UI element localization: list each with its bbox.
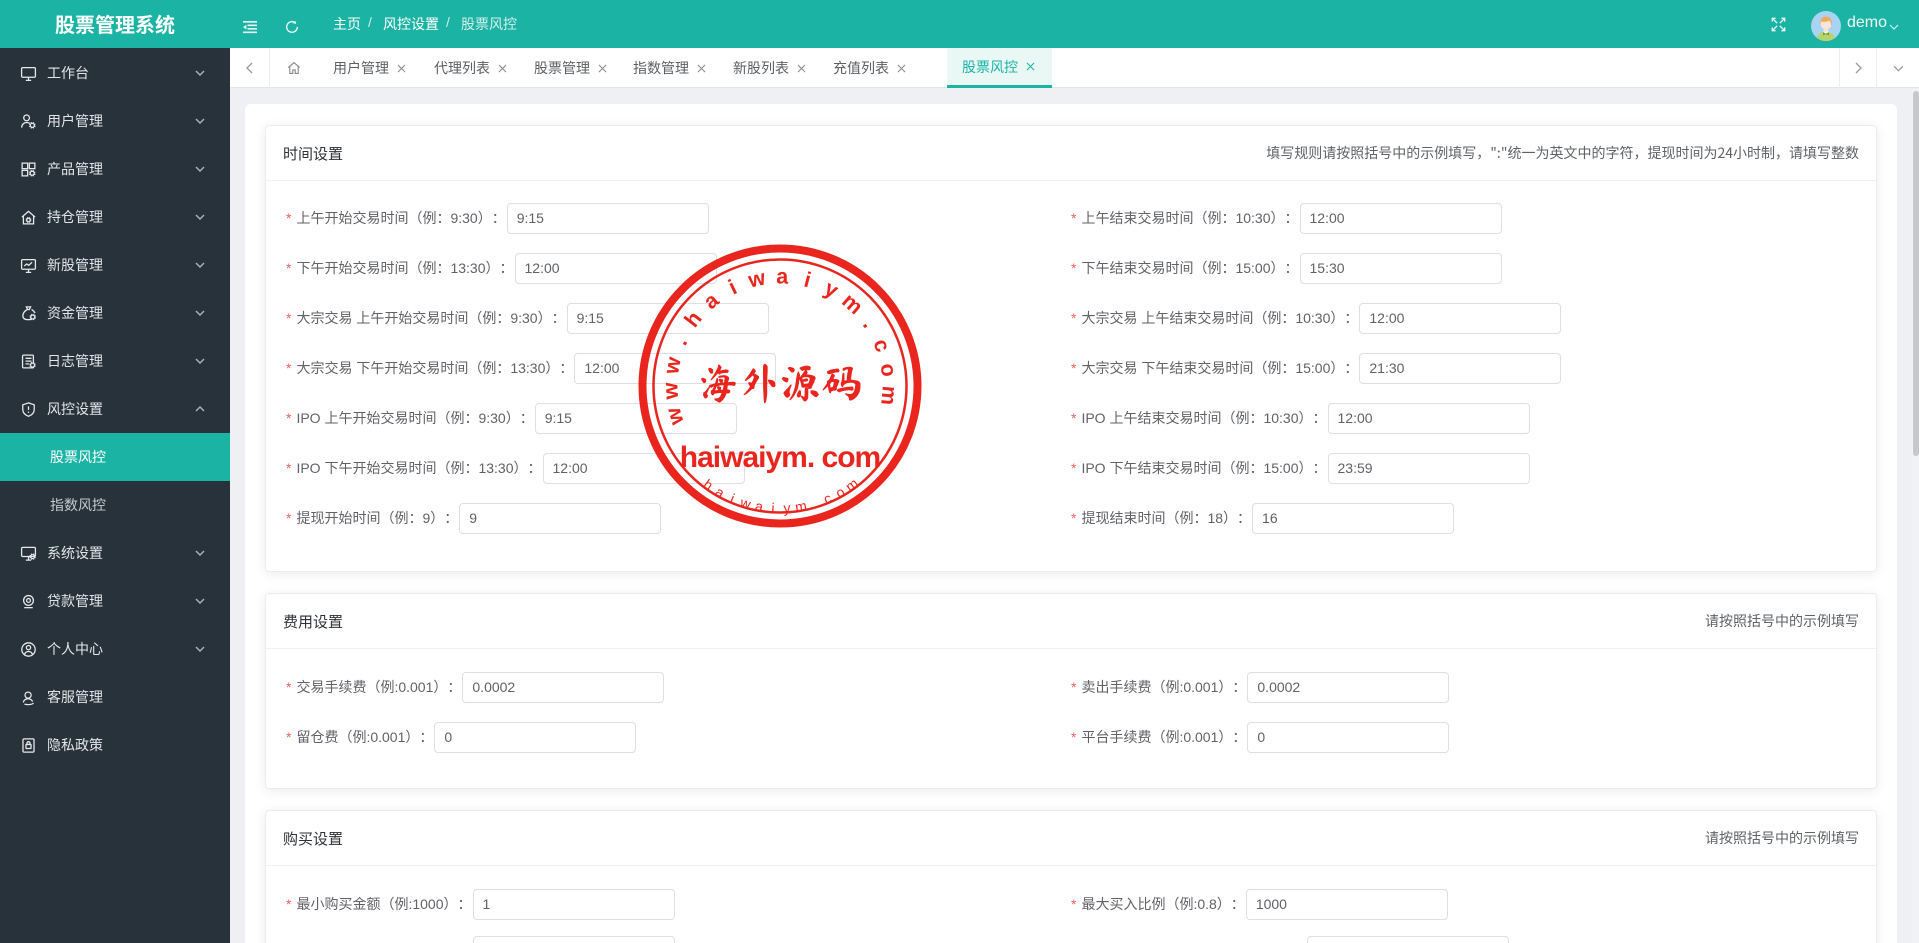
svg-text:haiwaiym. com: haiwaiym. com bbox=[680, 441, 880, 474]
svg-text:.: . bbox=[858, 314, 881, 333]
svg-text:w: w bbox=[745, 265, 768, 292]
svg-text:a: a bbox=[713, 483, 728, 501]
svg-text:y: y bbox=[783, 500, 791, 516]
svg-text:a: a bbox=[699, 287, 724, 314]
svg-text:w: w bbox=[659, 355, 686, 377]
svg-text:m: m bbox=[876, 385, 902, 406]
svg-text:m: m bbox=[837, 289, 867, 320]
svg-text:y: y bbox=[820, 276, 842, 303]
svg-text:m: m bbox=[842, 475, 861, 495]
svg-text:w: w bbox=[661, 405, 689, 429]
svg-text:h: h bbox=[680, 307, 707, 332]
svg-text:o: o bbox=[875, 362, 901, 379]
svg-text:i: i bbox=[725, 275, 741, 299]
svg-text:w: w bbox=[658, 382, 683, 401]
svg-text:a: a bbox=[776, 264, 789, 288]
svg-text:.: . bbox=[668, 333, 692, 348]
svg-text:i: i bbox=[802, 268, 814, 293]
svg-text:m: m bbox=[794, 497, 808, 515]
svg-text:c: c bbox=[868, 335, 895, 355]
svg-text:海外源码: 海外源码 bbox=[698, 362, 862, 403]
svg-text:h: h bbox=[700, 476, 716, 494]
